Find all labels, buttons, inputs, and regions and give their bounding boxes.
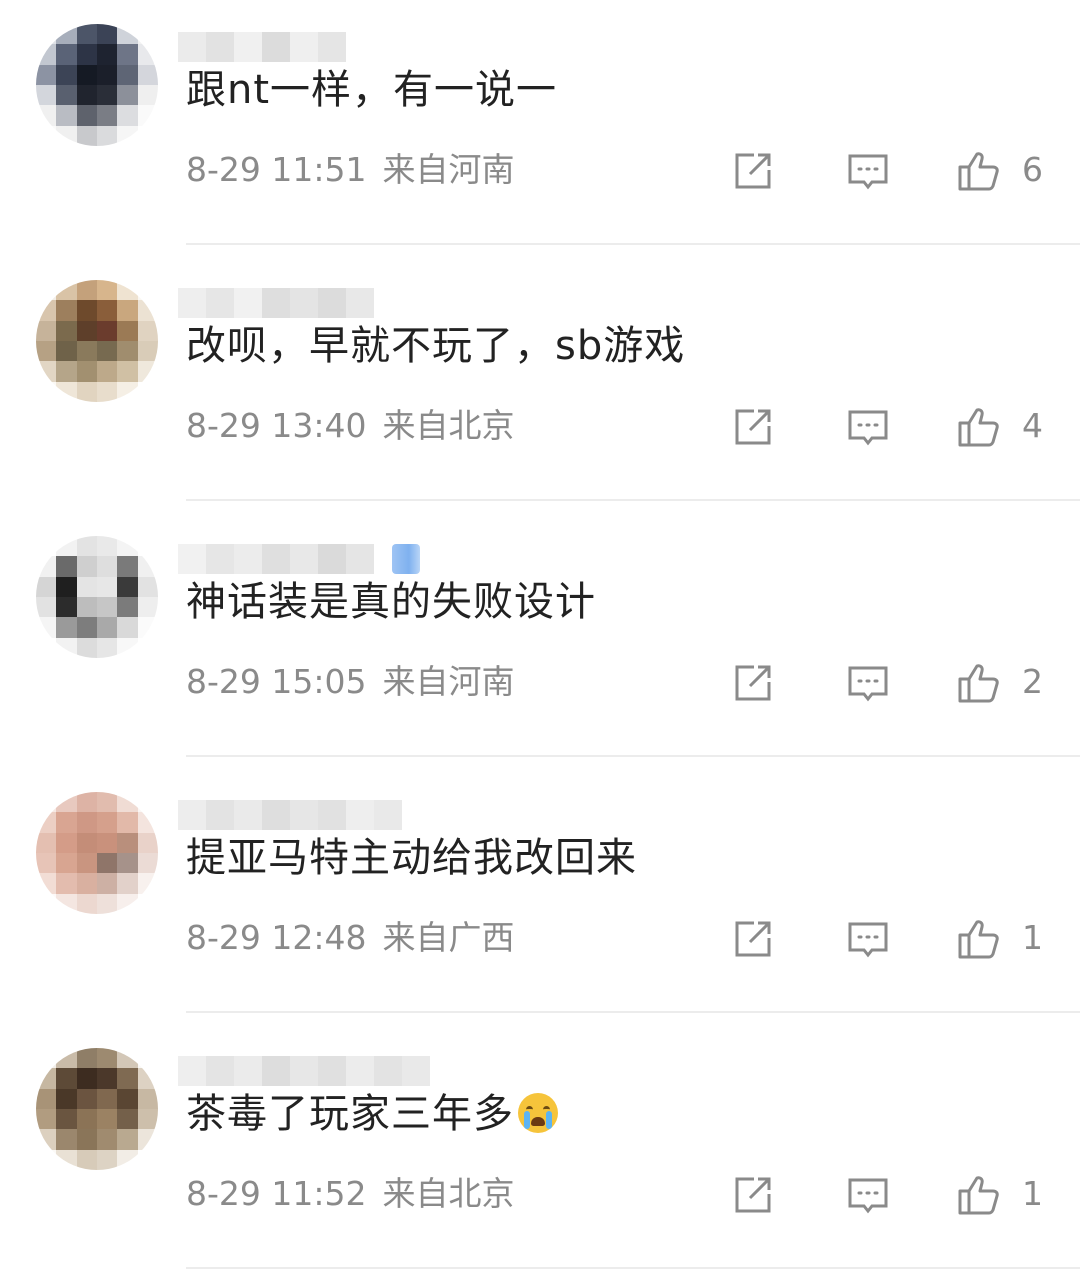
comment-item: 改呗，早就不玩了，sb游戏 8-29 13:40 来自北京 4 [0,256,1080,512]
like-count: 6 [1022,150,1043,189]
username-blurred[interactable] [178,1052,430,1090]
username-blurred[interactable] [178,28,346,66]
avatar[interactable] [36,1048,158,1170]
thumbs-up-icon[interactable] [956,660,1002,706]
comment-text: 改呗，早就不玩了，sb游戏 [186,323,686,369]
comment-icon[interactable] [845,1172,891,1218]
comment-icon[interactable] [845,404,891,450]
share-icon[interactable] [730,1172,776,1218]
comment-meta: 8-29 11:52 来自北京 [186,1174,515,1214]
like-count: 2 [1022,662,1043,701]
comment-icon[interactable] [845,916,891,962]
comment-item: 提亚马特主动给我改回来 8-29 12:48 来自广西 1 [0,768,1080,1024]
comment-location: 来自河南 [382,150,515,189]
comment-text: 提亚马特主动给我改回来 [186,835,637,881]
comment-icon[interactable] [845,660,891,706]
thumbs-up-icon[interactable] [956,148,1002,194]
divider [186,755,1080,757]
share-icon[interactable] [730,404,776,450]
comment-location: 来自河南 [382,662,515,701]
username-blurred[interactable] [178,284,374,322]
comment-text: 茶毒了玩家三年多 [186,1086,558,1142]
comment-meta: 8-29 11:51 来自河南 [186,150,515,190]
divider [186,1011,1080,1013]
share-icon[interactable] [730,916,776,962]
divider [186,499,1080,501]
comment-time: 8-29 15:05 [186,662,367,701]
comment-location: 来自北京 [382,406,515,445]
share-icon[interactable] [730,148,776,194]
comment-location: 来自北京 [382,1174,515,1213]
like-count: 1 [1022,1174,1043,1213]
username-blurred[interactable] [178,796,402,834]
comment-icon[interactable] [845,148,891,194]
thumbs-up-icon[interactable] [956,1172,1002,1218]
comment-time: 8-29 11:52 [186,1174,367,1213]
divider [186,1267,1080,1269]
avatar[interactable] [36,24,158,146]
comment-time: 8-29 13:40 [186,406,367,445]
comment-text: 跟nt一样，有一说一 [186,67,558,113]
username-blurred[interactable] [178,540,420,578]
avatar[interactable] [36,280,158,402]
comment-text: 神话装是真的失败设计 [186,579,596,625]
thumbs-up-icon[interactable] [956,916,1002,962]
comment-item: 茶毒了玩家三年多 8-29 11:52 来自北京 1 [0,1024,1080,1280]
comment-meta: 8-29 15:05 来自河南 [186,662,515,702]
like-count: 1 [1022,918,1043,957]
thumbs-up-icon[interactable] [956,404,1002,450]
comment-time: 8-29 11:51 [186,150,367,189]
verified-badge-blurred [392,544,420,574]
crying-face-icon [518,1093,558,1133]
share-icon[interactable] [730,660,776,706]
comment-location: 来自广西 [382,918,515,957]
comment-item: 神话装是真的失败设计 8-29 15:05 来自河南 2 [0,512,1080,768]
avatar[interactable] [36,536,158,658]
avatar[interactable] [36,792,158,914]
comment-time: 8-29 12:48 [186,918,367,957]
comment-meta: 8-29 12:48 来自广西 [186,918,515,958]
divider [186,243,1080,245]
like-count: 4 [1022,406,1043,445]
comment-item: 跟nt一样，有一说一 8-29 11:51 来自河南 6 [0,0,1080,256]
comment-meta: 8-29 13:40 来自北京 [186,406,515,446]
